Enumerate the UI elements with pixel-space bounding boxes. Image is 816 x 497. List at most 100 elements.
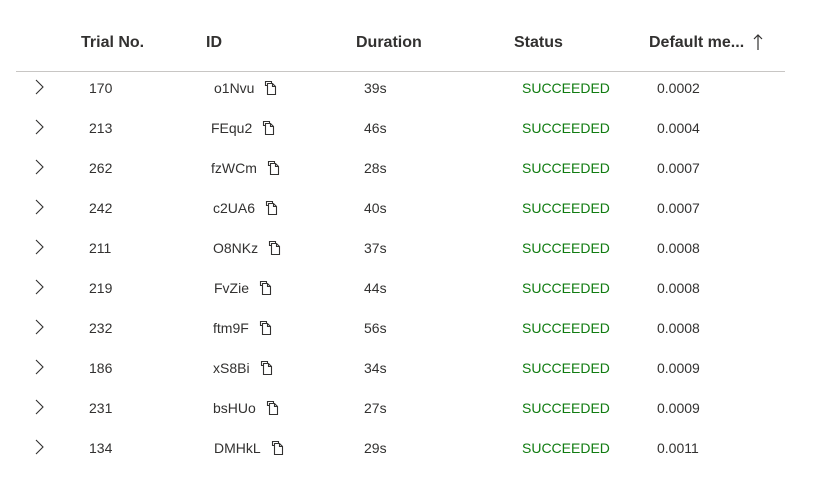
trial-id-cell: ftm9F <box>213 320 272 336</box>
chevron-right-icon[interactable] <box>32 358 46 376</box>
status-text: SUCCEEDED <box>522 240 610 256</box>
trial-id: DMHkL <box>214 440 261 456</box>
trial-id-cell: fzWCm <box>211 160 280 176</box>
trials-table: Trial No. ID Duration Status Default me.… <box>16 22 785 472</box>
trial-id-cell: FEqu2 <box>211 120 275 136</box>
trial-id-cell: O8NKz <box>213 240 281 256</box>
trial-id-cell: bsHUo <box>213 400 279 416</box>
table-row[interactable]: 231 bsHUo 27s SUCCEEDED 0.0009 <box>16 391 785 431</box>
status-text: SUCCEEDED <box>522 200 610 216</box>
trial-number: 211 <box>89 240 112 256</box>
trial-id: ftm9F <box>213 320 249 336</box>
column-header-status[interactable]: Status <box>514 34 563 52</box>
table-row[interactable]: 134 DMHkL 29s SUCCEEDED 0.0011 <box>16 431 785 471</box>
column-header-default-metric-label: Default me... <box>649 34 745 51</box>
chevron-right-icon[interactable] <box>32 318 46 336</box>
trial-id: c2UA6 <box>213 200 256 216</box>
status-text: SUCCEEDED <box>522 80 610 96</box>
trial-duration: 46s <box>364 120 387 136</box>
metric-value: 0.0004 <box>657 120 700 136</box>
table-row[interactable]: 242 c2UA6 40s SUCCEEDED 0.0007 <box>16 191 785 231</box>
trial-id-cell: xS8Bi <box>213 360 273 376</box>
trial-id: bsHUo <box>213 400 256 416</box>
trial-number: 219 <box>89 280 113 296</box>
copy-icon[interactable] <box>261 120 275 136</box>
trial-duration: 44s <box>364 280 387 296</box>
trial-id-cell: o1Nvu <box>214 80 277 96</box>
trial-duration: 29s <box>364 440 387 456</box>
table-row[interactable]: 262 fzWCm 28s SUCCEEDED 0.0007 <box>16 151 785 191</box>
metric-value: 0.0011 <box>657 440 699 456</box>
status-text: SUCCEEDED <box>522 120 610 136</box>
metric-value: 0.0008 <box>657 240 700 256</box>
status-text: SUCCEEDED <box>522 280 610 296</box>
trial-duration: 39s <box>364 80 387 96</box>
table-body: 170 o1Nvu 39s SUCCEEDED 0.0002 213 FEqu2 <box>16 71 785 471</box>
chevron-right-icon[interactable] <box>32 118 46 136</box>
trial-number: 170 <box>89 80 113 96</box>
metric-value: 0.0009 <box>657 360 700 376</box>
table-row[interactable]: 186 xS8Bi 34s SUCCEEDED 0.0009 <box>16 351 785 391</box>
trial-id-cell: FvZie <box>214 280 272 296</box>
table-header: Trial No. ID Duration Status Default me.… <box>16 22 785 72</box>
chevron-right-icon[interactable] <box>32 238 46 256</box>
trial-duration: 40s <box>364 200 387 216</box>
table-row[interactable]: 211 O8NKz 37s SUCCEEDED 0.0008 <box>16 231 785 271</box>
chevron-right-icon[interactable] <box>32 158 46 176</box>
copy-icon[interactable] <box>263 80 277 96</box>
chevron-right-icon[interactable] <box>32 78 46 96</box>
trial-number: 231 <box>89 400 113 416</box>
status-text: SUCCEEDED <box>522 160 610 176</box>
table-row[interactable]: 219 FvZie 44s SUCCEEDED 0.0008 <box>16 271 785 311</box>
metric-value: 0.0002 <box>657 80 700 96</box>
trial-number: 262 <box>89 160 113 176</box>
trial-duration: 37s <box>364 240 387 256</box>
trial-number: 213 <box>89 120 113 136</box>
arrow-up-icon[interactable] <box>753 33 763 51</box>
status-text: SUCCEEDED <box>522 320 610 336</box>
copy-icon[interactable] <box>264 200 278 216</box>
copy-icon[interactable] <box>267 240 281 256</box>
copy-icon[interactable] <box>270 440 284 456</box>
trial-number: 242 <box>89 200 113 216</box>
trial-id: FvZie <box>214 280 249 296</box>
column-header-trial-no[interactable]: Trial No. <box>81 34 144 52</box>
trial-id: xS8Bi <box>213 360 250 376</box>
trial-id: o1Nvu <box>214 80 255 96</box>
trial-number: 186 <box>89 360 113 376</box>
chevron-right-icon[interactable] <box>32 278 46 296</box>
metric-value: 0.0007 <box>657 200 700 216</box>
copy-icon[interactable] <box>258 280 272 296</box>
chevron-right-icon[interactable] <box>32 438 46 456</box>
trial-duration: 34s <box>364 360 387 376</box>
trial-id-cell: DMHkL <box>214 440 284 456</box>
copy-icon[interactable] <box>259 360 273 376</box>
copy-icon[interactable] <box>258 320 272 336</box>
chevron-right-icon[interactable] <box>32 398 46 416</box>
metric-value: 0.0008 <box>657 320 700 336</box>
metric-value: 0.0008 <box>657 280 700 296</box>
table-row[interactable]: 232 ftm9F 56s SUCCEEDED 0.0008 <box>16 311 785 351</box>
trial-id: O8NKz <box>213 240 259 256</box>
trial-duration: 28s <box>364 160 387 176</box>
metric-value: 0.0009 <box>657 400 700 416</box>
copy-icon[interactable] <box>265 400 279 416</box>
copy-icon[interactable] <box>266 160 280 176</box>
metric-value: 0.0007 <box>657 160 700 176</box>
chevron-right-icon[interactable] <box>32 198 46 216</box>
trial-number: 232 <box>89 320 113 336</box>
status-text: SUCCEEDED <box>522 400 610 416</box>
trial-duration: 56s <box>364 320 387 336</box>
trial-duration: 27s <box>364 400 387 416</box>
trial-number: 134 <box>89 440 113 456</box>
column-header-duration[interactable]: Duration <box>356 34 422 52</box>
trial-id: fzWCm <box>211 160 257 176</box>
column-header-default-metric[interactable]: Default me... <box>649 34 763 52</box>
trial-id: FEqu2 <box>211 120 253 136</box>
status-text: SUCCEEDED <box>522 360 610 376</box>
table-row[interactable]: 213 FEqu2 46s SUCCEEDED 0.0004 <box>16 111 785 151</box>
table-row[interactable]: 170 o1Nvu 39s SUCCEEDED 0.0002 <box>16 71 785 111</box>
column-header-id[interactable]: ID <box>206 34 222 52</box>
status-text: SUCCEEDED <box>522 440 610 456</box>
trial-id-cell: c2UA6 <box>213 200 278 216</box>
